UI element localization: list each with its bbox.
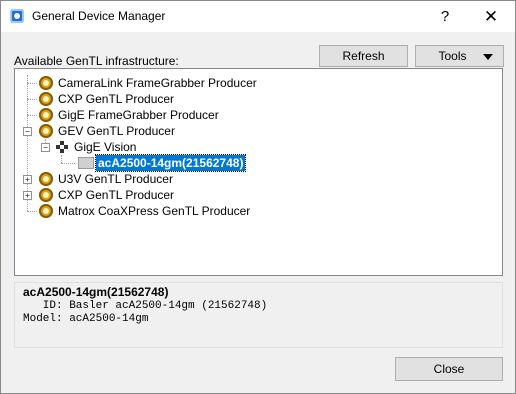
producer-gear-icon bbox=[39, 204, 53, 218]
tree-line bbox=[61, 163, 75, 164]
device-id-line: ID: Basler acA2500-14gm (21562748) bbox=[23, 300, 268, 312]
refresh-button[interactable]: Refresh bbox=[319, 45, 408, 67]
producer-gear-icon bbox=[39, 108, 53, 122]
network-interface-icon bbox=[56, 141, 68, 153]
expand-icon[interactable]: + bbox=[23, 175, 32, 184]
tree-item-label-selected: acA2500-14gm(21562748) bbox=[94, 154, 247, 172]
tree-line bbox=[61, 155, 62, 163]
window-title: General Device Manager bbox=[32, 9, 166, 23]
tree-item-label: CXP GenTL Producer bbox=[58, 92, 175, 106]
close-button[interactable]: Close bbox=[395, 357, 503, 381]
tools-label: Tools bbox=[438, 49, 467, 63]
tree-item-label: CameraLink FrameGrabber Producer bbox=[58, 76, 257, 90]
tree-line bbox=[27, 211, 37, 212]
device-info-title: acA2500-14gm(21562748) bbox=[23, 285, 169, 299]
infrastructure-tree[interactable]: CameraLink FrameGrabber Producer CXP Gen… bbox=[14, 68, 503, 276]
tree-item-label: GigE FrameGrabber Producer bbox=[58, 108, 219, 122]
tree-item-label: Matrox CoaXPress GenTL Producer bbox=[58, 204, 251, 218]
camera-device-icon bbox=[78, 157, 94, 169]
collapse-icon[interactable]: − bbox=[23, 127, 32, 136]
device-info-panel: acA2500-14gm(21562748) ID: Basler acA250… bbox=[14, 282, 503, 348]
producer-gear-icon bbox=[39, 124, 53, 138]
tools-dropdown-button[interactable]: Tools bbox=[415, 45, 504, 67]
tree-line bbox=[27, 115, 37, 116]
collapse-icon[interactable]: − bbox=[41, 143, 50, 152]
help-button[interactable]: ? bbox=[422, 1, 468, 32]
tree-item-label: CXP GenTL Producer bbox=[58, 188, 175, 202]
tree-line bbox=[27, 83, 37, 84]
device-model-line: Model: acA2500-14gm bbox=[23, 313, 149, 325]
title-bar: General Device Manager ? ✕ bbox=[1, 1, 515, 32]
tree-item-label: GigE Vision bbox=[74, 140, 137, 154]
producer-gear-icon bbox=[39, 92, 53, 106]
available-infrastructure-label: Available GenTL infrastructure: bbox=[14, 54, 179, 68]
expand-icon[interactable]: + bbox=[23, 191, 32, 200]
app-icon bbox=[10, 9, 24, 23]
close-window-button[interactable]: ✕ bbox=[468, 1, 514, 32]
tree-item-label: GEV GenTL Producer bbox=[58, 124, 175, 138]
tree-line bbox=[27, 99, 37, 100]
producer-gear-icon bbox=[39, 188, 53, 202]
tree-item-label: U3V GenTL Producer bbox=[58, 172, 173, 186]
producer-gear-icon bbox=[39, 76, 53, 90]
general-device-manager-window: General Device Manager ? ✕ Available Gen… bbox=[0, 0, 516, 394]
dropdown-arrow-icon bbox=[483, 54, 493, 60]
producer-gear-icon bbox=[39, 172, 53, 186]
